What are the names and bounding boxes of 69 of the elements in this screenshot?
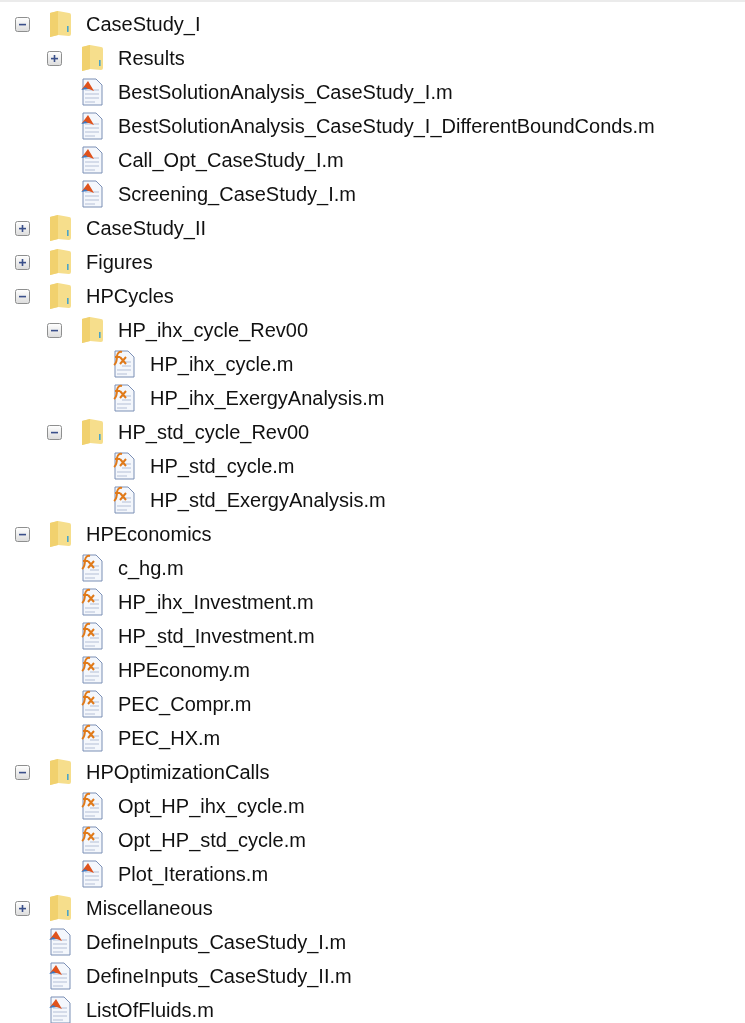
tree-item[interactable]: HP_std_cycle.m <box>150 454 295 478</box>
function-file-icon <box>112 350 136 378</box>
folder-icon <box>48 894 72 922</box>
folder-icon <box>80 316 104 344</box>
tree-item[interactable]: HP_ihx_ExergyAnalysis.m <box>150 386 385 410</box>
function-file-icon <box>80 826 104 854</box>
function-file-icon <box>80 656 104 684</box>
tree-item[interactable]: HP_std_ExergyAnalysis.m <box>150 488 386 512</box>
tree-item[interactable]: Opt_HP_std_cycle.m <box>118 828 306 852</box>
tree-item[interactable]: HP_ihx_cycle.m <box>150 352 294 376</box>
tree-item[interactable]: Results <box>118 46 185 70</box>
collapse-toggle[interactable] <box>15 764 30 780</box>
tree-item[interactable]: ListOfFluids.m <box>86 998 214 1022</box>
tree-item[interactable]: HPCycles <box>86 284 174 308</box>
collapse-toggle[interactable] <box>15 288 30 304</box>
tree-item[interactable]: Figures <box>86 250 153 274</box>
tree-item[interactable]: DefineInputs_CaseStudy_I.m <box>86 930 347 954</box>
collapse-toggle[interactable] <box>47 424 62 440</box>
folder-icon <box>80 418 104 446</box>
tree-item[interactable]: CaseStudy_I <box>86 12 201 36</box>
tree-item[interactable]: HP_std_Investment.m <box>118 624 315 648</box>
tree-item[interactable]: BestSolutionAnalysis_CaseStudy_I_DifferentBoundConds.m <box>118 114 655 138</box>
tree-item[interactable]: CaseStudy_II <box>86 216 207 240</box>
script-file-icon <box>80 112 104 140</box>
folder-icon <box>48 10 72 38</box>
function-file-icon <box>80 792 104 820</box>
folder-icon <box>48 282 72 310</box>
expand-toggle[interactable] <box>15 220 30 236</box>
script-file-icon <box>80 146 104 174</box>
function-file-icon <box>80 724 104 752</box>
collapse-toggle[interactable] <box>15 16 30 32</box>
tree-item[interactable]: BestSolutionAnalysis_CaseStudy_I.m <box>118 80 453 104</box>
function-file-icon <box>80 554 104 582</box>
script-file-icon <box>80 78 104 106</box>
function-file-icon <box>112 384 136 412</box>
tree-item[interactable]: Miscellaneous <box>86 896 213 920</box>
function-file-icon <box>112 452 136 480</box>
tree-item[interactable]: Opt_HP_ihx_cycle.m <box>118 794 305 818</box>
tree-item[interactable]: DefineInputs_CaseStudy_II.m <box>86 964 352 988</box>
script-file-icon <box>80 180 104 208</box>
tree-item[interactable]: Screening_CaseStudy_I.m <box>118 182 356 206</box>
expand-toggle[interactable] <box>15 254 30 270</box>
function-file-icon <box>80 690 104 718</box>
function-file-icon <box>80 622 104 650</box>
folder-icon <box>80 44 104 72</box>
tree-item[interactable]: HPEconomics <box>86 522 212 546</box>
tree-item[interactable]: Call_Opt_CaseStudy_I.m <box>118 148 344 172</box>
tree-item[interactable]: HPOptimizationCalls <box>86 760 270 784</box>
function-file-icon <box>112 486 136 514</box>
function-file-icon <box>80 588 104 616</box>
collapse-toggle[interactable] <box>47 322 62 338</box>
tree-item[interactable]: c_hg.m <box>118 556 184 580</box>
script-file-icon <box>48 962 72 990</box>
tree-item[interactable]: HPEconomy.m <box>118 658 250 682</box>
folder-icon <box>48 214 72 242</box>
tree-item[interactable]: HP_ihx_Investment.m <box>118 590 314 614</box>
tree-item[interactable]: PEC_HX.m <box>118 726 221 750</box>
folder-icon <box>48 758 72 786</box>
tree-item[interactable]: HP_std_cycle_Rev00 <box>118 420 310 444</box>
tree-item[interactable]: Plot_Iterations.m <box>118 862 269 886</box>
script-file-icon <box>80 860 104 888</box>
folder-icon <box>48 520 72 548</box>
tree-item[interactable]: HP_ihx_cycle_Rev00 <box>118 318 309 342</box>
expand-toggle[interactable] <box>47 50 62 66</box>
expand-toggle[interactable] <box>15 900 30 916</box>
tree-item[interactable]: PEC_Compr.m <box>118 692 252 716</box>
script-file-icon <box>48 928 72 956</box>
collapse-toggle[interactable] <box>15 526 30 542</box>
folder-icon <box>48 248 72 276</box>
